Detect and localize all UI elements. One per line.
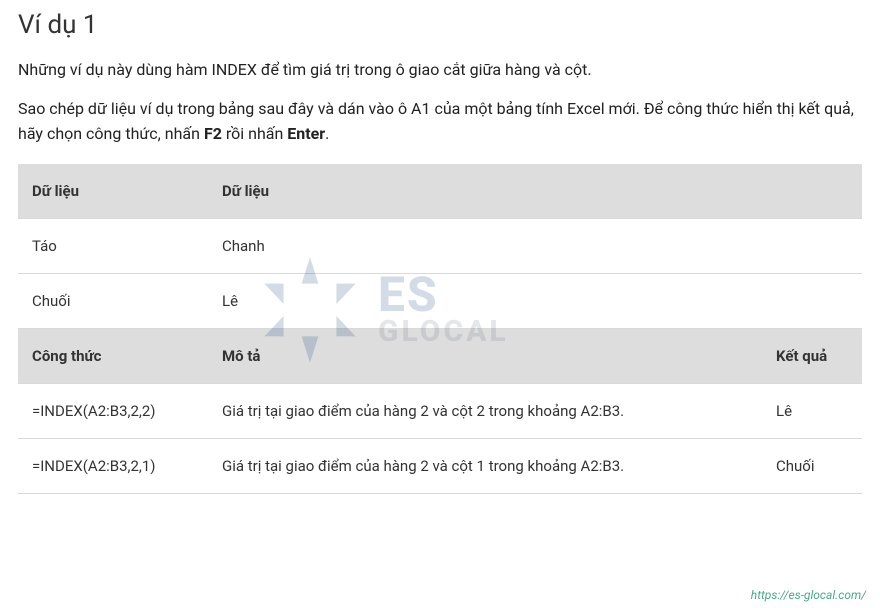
intro2-mid: rồi nhấn	[222, 124, 287, 143]
header-formula: Công thức	[18, 329, 208, 384]
formula-cell: =INDEX(A2:B3,2,1)	[18, 439, 208, 494]
description-cell: Giá trị tại giao điểm của hàng 2 và cột …	[208, 384, 762, 439]
formula-header-row: Công thức Mô tả Kết quả	[18, 329, 862, 384]
formula-row: =INDEX(A2:B3,2,2) Giá trị tại giao điểm …	[18, 384, 862, 439]
header-description: Mô tả	[208, 329, 762, 384]
data-cell: Chuối	[18, 274, 208, 329]
result-cell: Chuối	[762, 439, 862, 494]
intro2-text: Sao chép dữ liệu ví dụ trong bảng sau đâ…	[18, 99, 854, 143]
result-cell: Lê	[762, 384, 862, 439]
footer-url: https://es-glocal.com/	[751, 588, 866, 602]
data-row: Chuối Lê	[18, 274, 862, 329]
example-heading: Ví dụ 1	[18, 10, 862, 40]
data-cell: Chanh	[208, 219, 862, 274]
key-enter: Enter	[287, 124, 325, 143]
data-header-2: Dữ liệu	[208, 164, 862, 219]
data-header-1: Dữ liệu	[18, 164, 208, 219]
header-result: Kết quả	[762, 329, 862, 384]
intro-paragraph-1: Những ví dụ này dùng hàm INDEX để tìm gi…	[18, 58, 862, 83]
data-cell: Lê	[208, 274, 862, 329]
formula-cell: =INDEX(A2:B3,2,2)	[18, 384, 208, 439]
data-header-row: Dữ liệu Dữ liệu	[18, 164, 862, 219]
description-cell: Giá trị tại giao điểm của hàng 2 và cột …	[208, 439, 762, 494]
formula-row: =INDEX(A2:B3,2,1) Giá trị tại giao điểm …	[18, 439, 862, 494]
data-row: Táo Chanh	[18, 219, 862, 274]
intro2-post: .	[325, 124, 329, 143]
example-table: Dữ liệu Dữ liệu Táo Chanh Chuối Lê Công …	[18, 164, 862, 494]
key-f2: F2	[204, 124, 222, 143]
data-cell: Táo	[18, 219, 208, 274]
intro-paragraph-2: Sao chép dữ liệu ví dụ trong bảng sau đâ…	[18, 97, 862, 147]
